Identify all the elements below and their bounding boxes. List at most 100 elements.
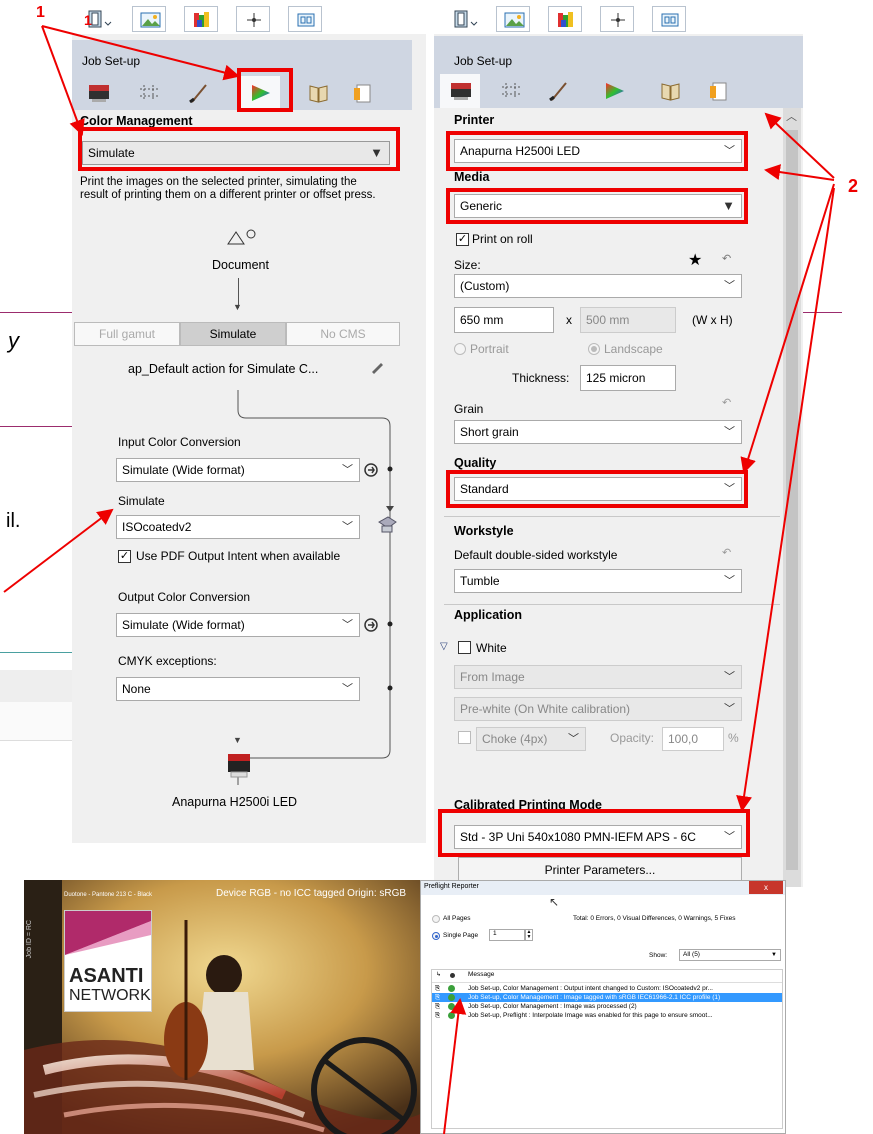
- color-toolbar-button[interactable]: [184, 6, 218, 32]
- color-management-icon: [606, 83, 624, 99]
- expand-triangle-icon[interactable]: ▽: [440, 641, 448, 652]
- ok-status-icon: [448, 994, 455, 1001]
- landscape-label: Landscape: [604, 342, 663, 356]
- preview-header-left: Duotone - Pantone 213 C - Black: [64, 892, 153, 898]
- all-pages-radio[interactable]: [432, 915, 440, 923]
- tab-edit[interactable]: [178, 76, 218, 110]
- quality-select[interactable]: Standard ﹀: [454, 477, 742, 501]
- scroll-up-icon[interactable]: ︿: [786, 108, 797, 124]
- message-column-header[interactable]: Message: [468, 971, 494, 978]
- width-input[interactable]: 650 mm: [454, 307, 554, 333]
- simulate-profile-select[interactable]: ISOcoatedv2 ﹀: [116, 515, 360, 539]
- cmyk-exceptions-value: None: [122, 682, 151, 696]
- annotation-marker-1: 1: [36, 4, 45, 21]
- page-number-input[interactable]: 1: [489, 929, 525, 941]
- pencil-icon[interactable]: [370, 360, 384, 374]
- calibrated-mode-select[interactable]: Std - 3P Uni 540x1080 PMN-IEFM APS - 6C ﹀: [454, 825, 742, 849]
- page-spinner[interactable]: ▲ ▼: [525, 929, 533, 941]
- tab-pages[interactable]: [698, 74, 738, 108]
- grain-select[interactable]: Short grain ﹀: [454, 420, 742, 444]
- input-color-conversion-select[interactable]: Simulate (Wide format) ﹀: [116, 458, 360, 482]
- media-heading: Media: [454, 170, 490, 184]
- show-filter-select[interactable]: All (5) ▼: [679, 949, 781, 961]
- message-row-selected[interactable]: ⎘ Job Set-up, Color Management : Image ta…: [432, 993, 782, 1002]
- color-management-mode-select[interactable]: Simulate ▼: [82, 141, 390, 165]
- target-toolbar-button[interactable]: [600, 6, 634, 32]
- divider: [444, 516, 780, 517]
- output-color-conversion-select[interactable]: Simulate (Wide format) ﹀: [116, 613, 360, 637]
- layout-toolbar-button[interactable]: [652, 6, 686, 32]
- color-toolbar-button[interactable]: [548, 6, 582, 32]
- tab-color-management[interactable]: [594, 74, 634, 108]
- target-toolbar-button[interactable]: [236, 6, 270, 32]
- layout-toolbar-button[interactable]: [288, 6, 322, 32]
- show-label: Show:: [649, 952, 668, 959]
- use-pdf-output-intent-checkbox[interactable]: ✓: [118, 550, 131, 563]
- mode-select-value: Simulate: [88, 146, 135, 160]
- printer-icon: [89, 85, 109, 102]
- printer-select[interactable]: Anapurna H2500i LED ﹀: [454, 139, 742, 163]
- reset-icon[interactable]: ↶: [722, 252, 731, 265]
- sort-icon[interactable]: ↳: [436, 971, 441, 978]
- message-row[interactable]: ⎘ Job Set-up, Preflight : Interpolate Ima…: [432, 1011, 782, 1020]
- vertical-scrollbar[interactable]: ︿: [783, 108, 801, 887]
- tab-edit[interactable]: [538, 74, 578, 108]
- message-row[interactable]: ⎘ Job Set-up, Color Management : Image wa…: [432, 1002, 782, 1011]
- tab-marks[interactable]: [490, 74, 530, 108]
- single-page-radio[interactable]: [432, 932, 440, 940]
- close-button[interactable]: x: [749, 881, 783, 894]
- segment-simulate[interactable]: Simulate: [180, 322, 286, 346]
- white-source-value: From Image: [460, 670, 525, 684]
- favorite-star-icon[interactable]: ★: [688, 250, 702, 270]
- opacity-input: 100,0: [662, 727, 724, 751]
- arrow-circle-icon[interactable]: [364, 618, 378, 632]
- chevron-down-icon: ﹀: [568, 733, 579, 745]
- size-select[interactable]: (Custom) ﹀: [454, 274, 742, 298]
- quality-heading: Quality: [454, 456, 497, 470]
- chevron-down-icon: ﹀: [724, 831, 735, 843]
- printer-icon: [228, 754, 250, 778]
- segment-full-gamut[interactable]: Full gamut: [74, 322, 180, 346]
- chevron-down-icon: ▼: [370, 145, 383, 160]
- workstyle-select[interactable]: Tumble ﹀: [454, 569, 742, 593]
- color-management-description: Print the images on the selected printer…: [80, 176, 376, 201]
- height-input: 500 mm: [580, 307, 676, 333]
- chevron-down-icon: ﹀: [724, 145, 735, 157]
- fix-icon: ⎘: [435, 985, 441, 992]
- jobs-toolbar-button[interactable]: [446, 6, 488, 32]
- annotation-marker-2: 2: [848, 176, 859, 196]
- preflight-titlebar: Preflight Reporter x: [421, 881, 785, 895]
- arrow-circle-icon[interactable]: [364, 463, 378, 477]
- print-on-roll-checkbox[interactable]: ✓: [456, 233, 469, 246]
- message-row[interactable]: ⎘ Job Set-up, Color Management : Output i…: [432, 984, 782, 993]
- image-toolbar-button[interactable]: [496, 6, 530, 32]
- segment-no-cms[interactable]: No CMS: [286, 322, 400, 346]
- job-setup-title: Job Set-up: [454, 54, 513, 68]
- chevron-down-icon: ﹀: [342, 683, 353, 695]
- tab-pages[interactable]: [342, 76, 382, 110]
- booklet-icon: [309, 85, 328, 103]
- tab-marks[interactable]: [128, 76, 168, 110]
- image-toolbar-button[interactable]: [132, 6, 166, 32]
- message-text: Job Set-up, Color Management : Output in…: [468, 985, 713, 992]
- chevron-down-icon: ﹀: [342, 464, 353, 476]
- white-checkbox[interactable]: [458, 641, 471, 654]
- thickness-input[interactable]: 125 micron: [580, 365, 676, 391]
- workstyle-select-value: Tumble: [460, 574, 500, 588]
- tab-printer[interactable]: [440, 74, 480, 108]
- cmyk-exceptions-select[interactable]: None ﹀: [116, 677, 360, 701]
- portrait-radio: [454, 343, 466, 355]
- chevron-down-icon: ﹀: [724, 280, 735, 292]
- chevron-down-icon: ▼: [722, 198, 735, 213]
- media-select[interactable]: Generic ▼: [454, 194, 742, 218]
- reset-icon[interactable]: ↶: [722, 546, 731, 559]
- tab-booklet[interactable]: [650, 74, 690, 108]
- bg-text-fragment: il.: [6, 510, 21, 532]
- preview-header-right: Device RGB - no ICC tagged Origin: sRGB: [216, 888, 407, 899]
- white-mode-value: Pre-white (On White calibration): [460, 702, 631, 716]
- scrollbar-thumb[interactable]: [786, 130, 798, 870]
- tab-printer[interactable]: [78, 76, 118, 110]
- tab-booklet[interactable]: [298, 76, 338, 110]
- tab-color-management[interactable]: [240, 76, 280, 110]
- reset-icon[interactable]: ↶: [722, 396, 731, 409]
